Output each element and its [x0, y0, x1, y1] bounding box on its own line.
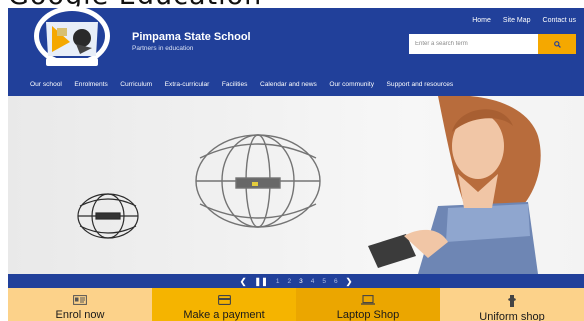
slide-page-2[interactable]: 2	[287, 278, 291, 285]
slide-page-1[interactable]: 1	[276, 278, 280, 285]
enrol-now-tile[interactable]: Enrol now	[8, 288, 152, 321]
id-card-icon	[73, 295, 87, 305]
laptop-icon	[361, 295, 375, 305]
site-header: Pimpama State School Partners in educati…	[8, 6, 584, 72]
chevron-left-icon[interactable]: ❮	[240, 277, 247, 286]
laptop-shop-tile[interactable]: Laptop Shop	[296, 288, 440, 321]
site-search	[409, 34, 576, 54]
uniform-shop-label: Uniform shop	[479, 311, 545, 321]
slide-page-6[interactable]: 6	[334, 278, 338, 285]
home-link[interactable]: Home	[472, 17, 491, 24]
slide-page-4[interactable]: 4	[311, 278, 315, 285]
school-name[interactable]: Pimpama State School	[132, 31, 251, 43]
make-a-payment-tile[interactable]: Make a payment	[152, 288, 296, 321]
student-illustration	[368, 96, 541, 274]
uniform-shop-tile[interactable]: Uniform shop	[440, 288, 584, 321]
nav-calendar-and-news[interactable]: Calendar and news	[260, 81, 317, 88]
chevron-right-icon[interactable]: ❯	[346, 277, 353, 286]
hero-banner[interactable]	[8, 96, 584, 274]
nav-support-and-resources[interactable]: Support and resources	[387, 81, 454, 88]
nav-our-community[interactable]: Our community	[329, 81, 374, 88]
search-icon	[553, 40, 561, 48]
pause-icon[interactable]: ❚❚	[254, 277, 267, 286]
utility-links: Home Site Map Contact us	[472, 17, 576, 24]
slide-page-3[interactable]: 3	[299, 278, 303, 285]
enrol-now-label: Enrol now	[55, 309, 105, 321]
carousel-controls: ❮ ❚❚ 1 2 3 4 5 6 ❯	[8, 274, 584, 288]
school-crest-logo[interactable]	[30, 6, 114, 72]
make-a-payment-label: Make a payment	[183, 309, 265, 321]
search-input[interactable]	[409, 34, 538, 54]
shirt-icon	[508, 295, 516, 307]
large-drone-illustration	[195, 134, 321, 228]
site-map-link[interactable]: Site Map	[503, 17, 531, 24]
slide-page-5[interactable]: 5	[322, 278, 326, 285]
search-button[interactable]	[538, 34, 576, 54]
nav-extra-curricular[interactable]: Extra-curricular	[165, 81, 210, 88]
quick-links-bar: Enrol now Make a payment Laptop Shop Uni…	[8, 288, 584, 321]
laptop-shop-label: Laptop Shop	[336, 309, 400, 321]
nav-curriculum[interactable]: Curriculum	[120, 81, 152, 88]
hero-illustration	[77, 96, 541, 274]
contact-us-link[interactable]: Contact us	[543, 17, 576, 24]
nav-enrolments[interactable]: Enrolments	[74, 81, 107, 88]
small-drone-illustration	[77, 193, 139, 239]
main-nav: Our school Enrolments Curriculum Extra-c…	[8, 72, 584, 96]
nav-facilities[interactable]: Facilities	[222, 81, 248, 88]
credit-card-icon	[217, 295, 231, 305]
nav-our-school[interactable]: Our school	[30, 81, 62, 88]
school-tagline: Partners in education	[132, 45, 194, 52]
